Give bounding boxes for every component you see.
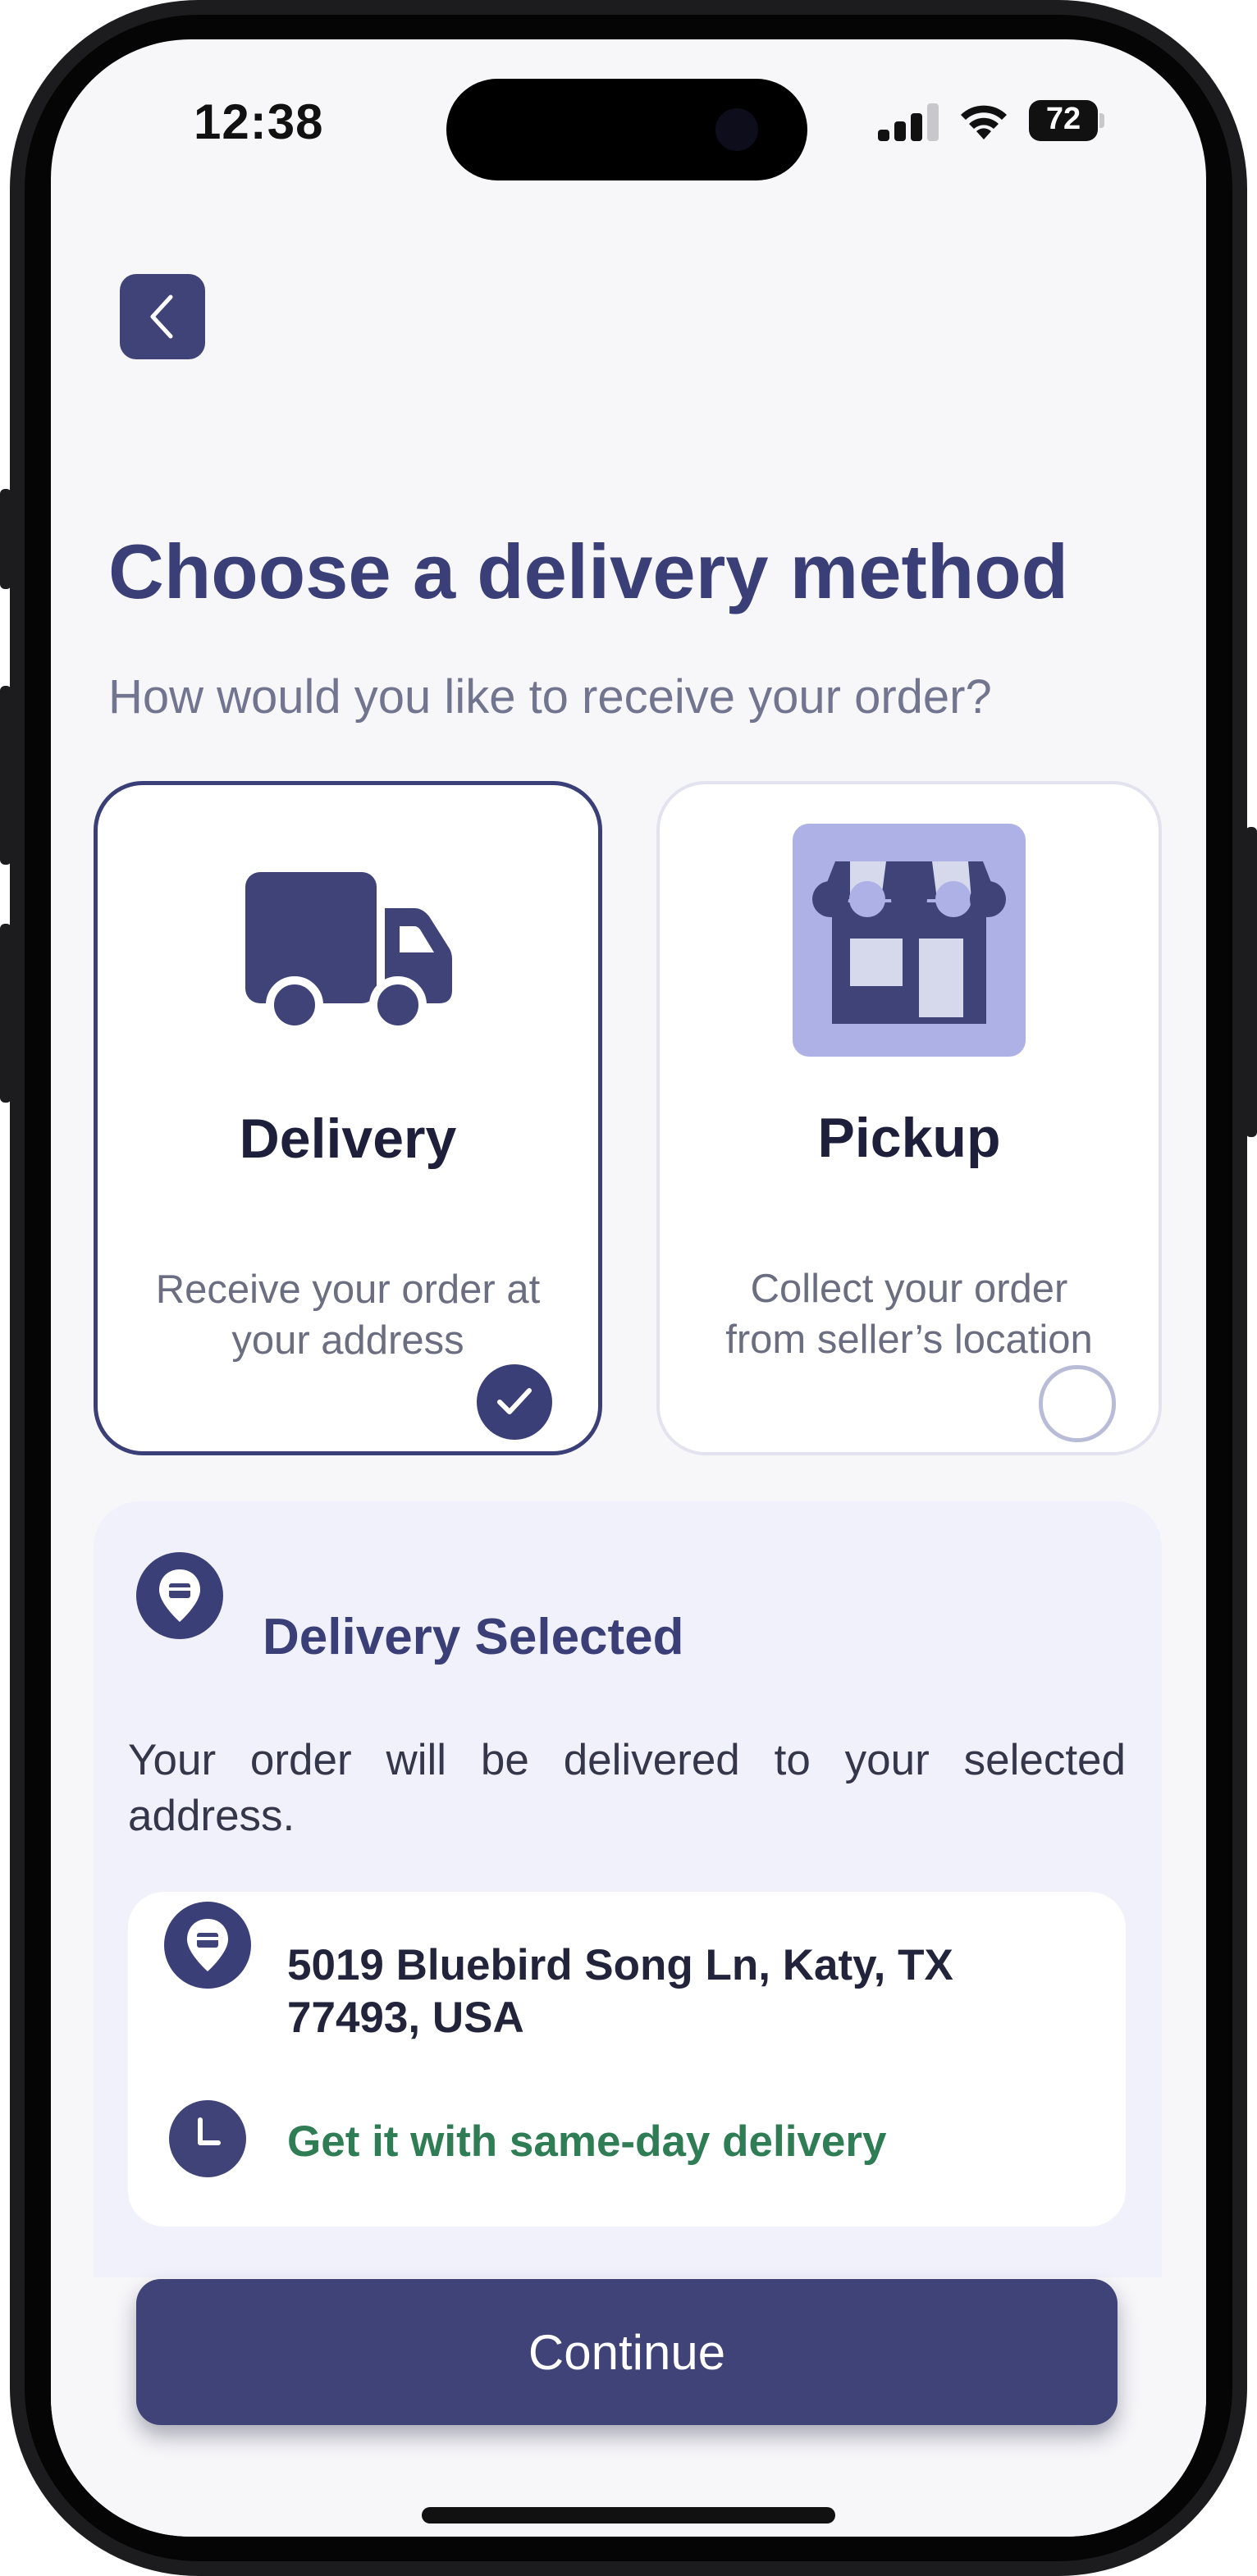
selected-check-icon [477,1364,552,1440]
pickup-option-description: Collect your order from seller’s locatio… [660,1263,1159,1365]
power-button [1246,827,1257,1137]
wifi-icon [958,100,1009,141]
volume-down-button [0,924,11,1103]
pickup-desc-line-1: Collect your order [750,1267,1068,1311]
delivery-address: 5019 Bluebird Song Ln, Katy, TX 77493, U… [287,1939,1058,2044]
same-day-delivery-note: Get it with same-day delivery [287,2117,887,2166]
status-time: 12:38 [194,94,324,149]
delivery-option-card[interactable]: Delivery Receive your order at your addr… [94,781,602,1455]
back-button[interactable] [120,274,205,359]
continue-button[interactable]: Continue [136,2279,1118,2425]
location-pin-icon [136,1552,223,1639]
dynamic-island [446,79,807,180]
screen: 12:38 72 Choose a delivery method How wo… [51,39,1206,2537]
volume-up-button [0,686,11,865]
home-indicator [422,2507,835,2523]
panel-title: Delivery Selected [263,1609,684,1665]
address-pin-icon [164,1902,251,1989]
storefront-icon [793,824,1026,1057]
cellular-signal-icon [878,103,940,141]
delivery-option-title: Delivery [239,1108,457,1170]
delivery-option-description: Receive your order at your address [98,1264,598,1366]
page-subtitle: How would you like to receive your order… [108,670,992,724]
unselected-radio-icon[interactable] [1039,1365,1116,1442]
clock-icon [169,2100,246,2177]
action-button [0,489,11,589]
panel-description: Your order will be delivered to your sel… [128,1736,1126,1840]
delivery-desc-line-2: your address [231,1318,464,1363]
chevron-left-icon [150,295,173,339]
address-line-2: 77493, USA [287,1994,524,2042]
delivery-desc-line-1: Receive your order at [155,1267,541,1312]
truck-icon [245,872,452,1031]
battery-icon: 72 [1029,100,1104,141]
camera-icon [715,108,758,151]
pickup-option-card[interactable]: Pickup Collect your order from seller’s … [656,781,1162,1455]
page-title: Choose a delivery method [108,528,1069,614]
pickup-desc-line-2: from seller’s location [725,1318,1093,1362]
pickup-option-title: Pickup [817,1107,1001,1169]
address-line-1: 5019 Bluebird Song Ln, Katy, TX [287,1941,953,1989]
battery-level: 72 [1045,102,1081,136]
